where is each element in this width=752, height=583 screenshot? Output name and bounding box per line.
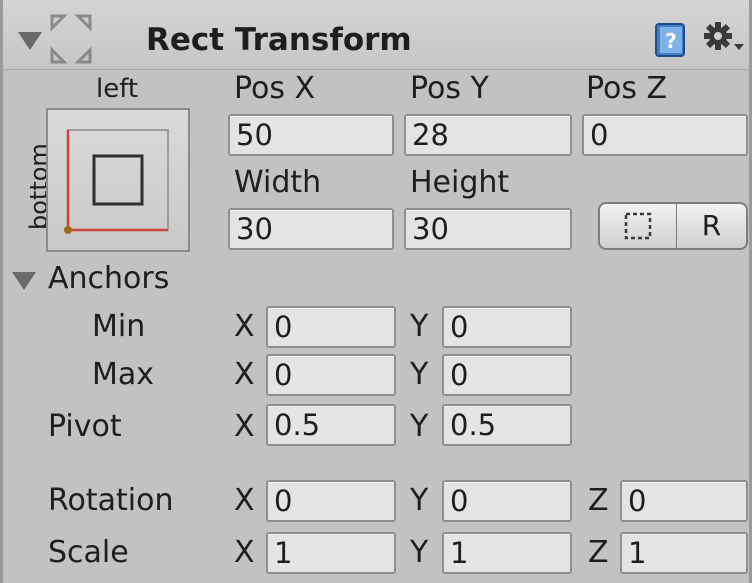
gear-dropdown-icon[interactable] xyxy=(704,20,746,56)
pivot-y-label[interactable]: Y xyxy=(410,410,428,444)
pivot-y-field[interactable]: 0.5 xyxy=(442,404,572,446)
rect-transform-icon xyxy=(50,14,92,64)
rotation-x-field[interactable]: 0 xyxy=(266,480,396,522)
anchors-label[interactable]: Anchors xyxy=(48,262,169,296)
rotation-label: Rotation xyxy=(48,483,174,518)
anchor-min-label: Min xyxy=(92,309,146,344)
anchor-max-y-field[interactable]: 0 xyxy=(442,354,572,396)
pivot-x-field[interactable]: 0.5 xyxy=(266,404,396,446)
scale-x-label[interactable]: X xyxy=(234,536,255,570)
pivot-x-label[interactable]: X xyxy=(234,410,255,444)
raw-edit-button[interactable]: R xyxy=(676,202,748,250)
anchor-min-x-label[interactable]: X xyxy=(234,310,255,344)
pos-x-field[interactable]: 50 xyxy=(228,114,394,156)
width-field[interactable]: 30 xyxy=(228,208,394,250)
rotation-z-label[interactable]: Z xyxy=(588,484,609,518)
anchor-min-y-label[interactable]: Y xyxy=(410,310,428,344)
rotation-y-label[interactable]: Y xyxy=(410,484,428,518)
anchor-min-y-field[interactable]: 0 xyxy=(442,306,572,348)
anchor-preset-diagram xyxy=(64,129,169,234)
pos-z-field[interactable]: 0 xyxy=(582,114,748,156)
dotted-rect-icon xyxy=(624,212,652,240)
pos-y-field[interactable]: 28 xyxy=(404,114,572,156)
anchor-preset-button[interactable] xyxy=(46,108,190,252)
height-field[interactable]: 30 xyxy=(404,208,572,250)
pivot-label: Pivot xyxy=(48,409,122,444)
component-title: Rect Transform xyxy=(146,22,412,58)
anchor-max-x-field[interactable]: 0 xyxy=(266,354,396,396)
scale-z-label[interactable]: Z xyxy=(588,536,609,570)
rotation-z-field[interactable]: 0 xyxy=(620,480,748,522)
help-book-icon[interactable]: ? xyxy=(654,22,688,58)
rotation-y-field[interactable]: 0 xyxy=(442,480,572,522)
rotation-x-label[interactable]: X xyxy=(234,484,255,518)
scale-y-field[interactable]: 1 xyxy=(442,532,572,574)
blueprint-mode-button[interactable] xyxy=(598,202,678,250)
svg-text:?: ? xyxy=(665,29,677,53)
anchor-preset-top-label: left xyxy=(96,74,139,104)
pos-x-label: Pos X xyxy=(234,71,316,106)
scale-z-field[interactable]: 1 xyxy=(620,532,748,574)
anchor-min-x-field[interactable]: 0 xyxy=(266,306,396,348)
anchor-max-y-label[interactable]: Y xyxy=(410,358,428,392)
pos-z-label: Pos Z xyxy=(586,71,668,106)
anchors-foldout-arrow-icon[interactable] xyxy=(12,272,36,290)
scale-label: Scale xyxy=(48,535,129,570)
anchor-max-label: Max xyxy=(92,357,155,392)
height-label: Height xyxy=(410,165,510,200)
pos-y-label: Pos Y xyxy=(410,71,489,106)
scale-y-label[interactable]: Y xyxy=(410,536,428,570)
width-label: Width xyxy=(234,165,322,200)
anchor-max-x-label[interactable]: X xyxy=(234,358,255,392)
scale-x-field[interactable]: 1 xyxy=(266,532,396,574)
foldout-arrow-icon[interactable] xyxy=(18,32,42,50)
